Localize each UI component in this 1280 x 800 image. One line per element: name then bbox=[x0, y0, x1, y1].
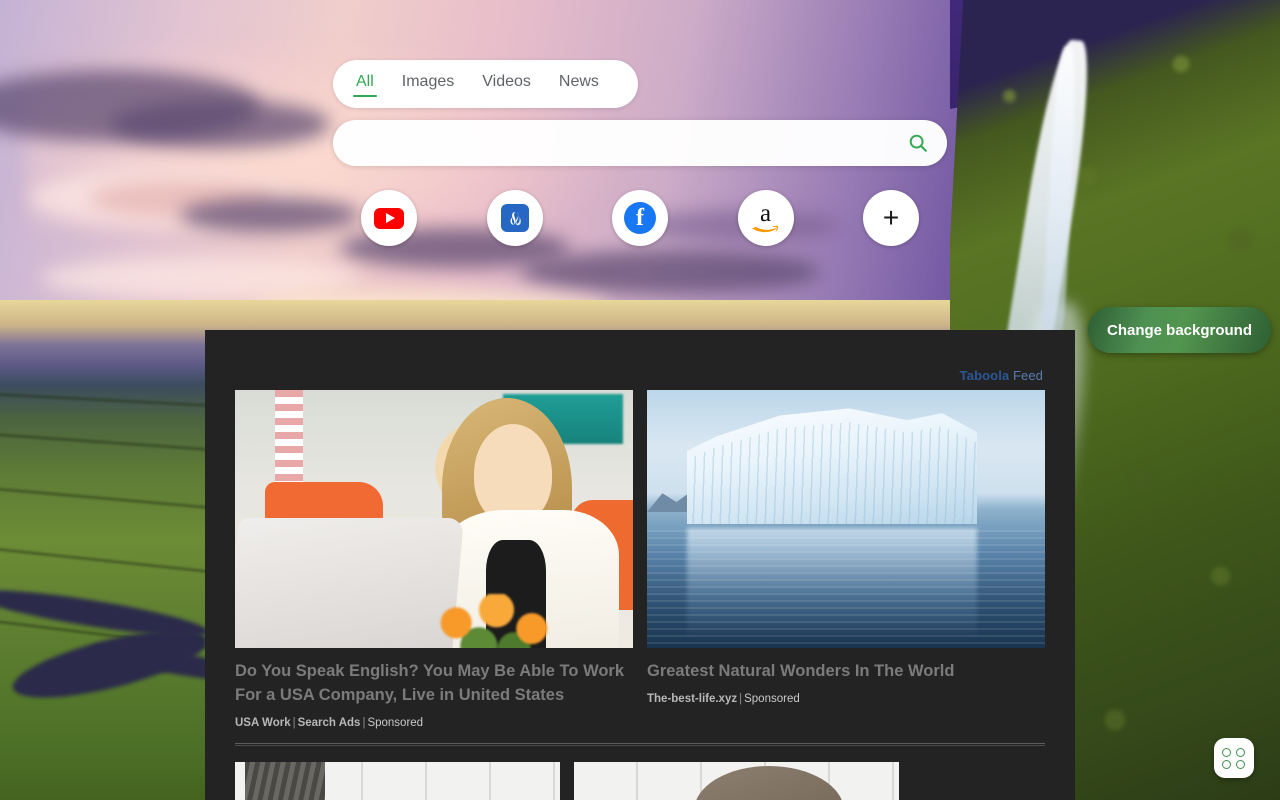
apps-dot bbox=[1235, 759, 1245, 769]
taboola-feed-label: Taboola Feed bbox=[960, 368, 1043, 383]
dog-photo bbox=[574, 762, 899, 800]
apps-dot bbox=[1222, 747, 1231, 757]
taboola-feed-word: Feed bbox=[1009, 368, 1043, 383]
taboola-brand: Taboola bbox=[959, 368, 1010, 383]
card-thumbnail[interactable] bbox=[235, 762, 560, 800]
search-area: All Images Videos News bbox=[333, 60, 947, 166]
card-sponsored-label: Sponsored bbox=[367, 716, 424, 729]
search-button[interactable] bbox=[897, 122, 939, 164]
feed-card-row: Do You Speak English? You May Be Able To… bbox=[235, 390, 1045, 729]
apps-dot bbox=[1235, 747, 1245, 757]
card-source-name-2: Search Ads bbox=[297, 716, 361, 729]
tab-news[interactable]: News bbox=[558, 70, 600, 98]
card-source-name: USA Work bbox=[235, 716, 291, 729]
card-thumbnail[interactable] bbox=[647, 390, 1045, 648]
search-tab-bar: All Images Videos News bbox=[333, 60, 638, 108]
msn-icon bbox=[500, 204, 529, 232]
card-source: USA Work | Search Ads | Sponsored bbox=[235, 716, 424, 729]
card-title[interactable]: Do You Speak English? You May Be Able To… bbox=[235, 660, 633, 708]
card-thumbnail[interactable] bbox=[574, 762, 899, 800]
apps-dot bbox=[1222, 759, 1231, 769]
card-source: The-best-life.xyz | Sponsored bbox=[647, 692, 800, 705]
feed-card-row-2 bbox=[235, 762, 899, 800]
shortcut-youtube[interactable] bbox=[361, 190, 417, 246]
plus-icon: + bbox=[882, 202, 900, 233]
cloud bbox=[520, 250, 820, 294]
card-sponsored-label: Sponsored bbox=[744, 692, 800, 705]
shortcut-msn[interactable] bbox=[486, 190, 543, 246]
youtube-icon bbox=[374, 207, 404, 229]
feed-card[interactable]: Do You Speak English? You May Be Able To… bbox=[235, 390, 633, 729]
card-title[interactable]: Greatest Natural Wonders In The World bbox=[647, 660, 1045, 684]
card-source-name: The-best-life.xyz bbox=[647, 692, 738, 705]
feed-divider bbox=[235, 743, 1045, 746]
search-icon bbox=[909, 134, 927, 152]
bathroom-photo bbox=[235, 762, 560, 800]
tab-all[interactable]: All bbox=[353, 70, 377, 98]
search-input[interactable] bbox=[355, 134, 897, 152]
amazon-icon: a bbox=[751, 201, 781, 234]
shortcut-facebook[interactable]: f bbox=[612, 190, 668, 246]
shortcut-row: f a + bbox=[333, 190, 947, 246]
change-background-button[interactable]: Change background bbox=[1088, 307, 1272, 353]
feed-card[interactable]: Greatest Natural Wonders In The World Th… bbox=[647, 390, 1045, 729]
shortcut-add[interactable]: + bbox=[863, 190, 919, 246]
cloud bbox=[40, 258, 360, 298]
apps-grid-button[interactable] bbox=[1214, 738, 1254, 778]
iceberg-photo bbox=[647, 390, 1045, 648]
shortcut-amazon[interactable]: a bbox=[737, 190, 794, 246]
facebook-icon: f bbox=[624, 202, 656, 234]
search-bar[interactable] bbox=[333, 120, 947, 166]
content-feed-panel: Taboola Feed Do You Speak English? You M… bbox=[205, 330, 1075, 800]
tab-videos[interactable]: Videos bbox=[481, 70, 532, 98]
tab-images[interactable]: Images bbox=[401, 70, 455, 98]
cloud bbox=[110, 100, 330, 148]
card-thumbnail[interactable] bbox=[235, 390, 633, 648]
cafe-photo bbox=[235, 390, 633, 648]
